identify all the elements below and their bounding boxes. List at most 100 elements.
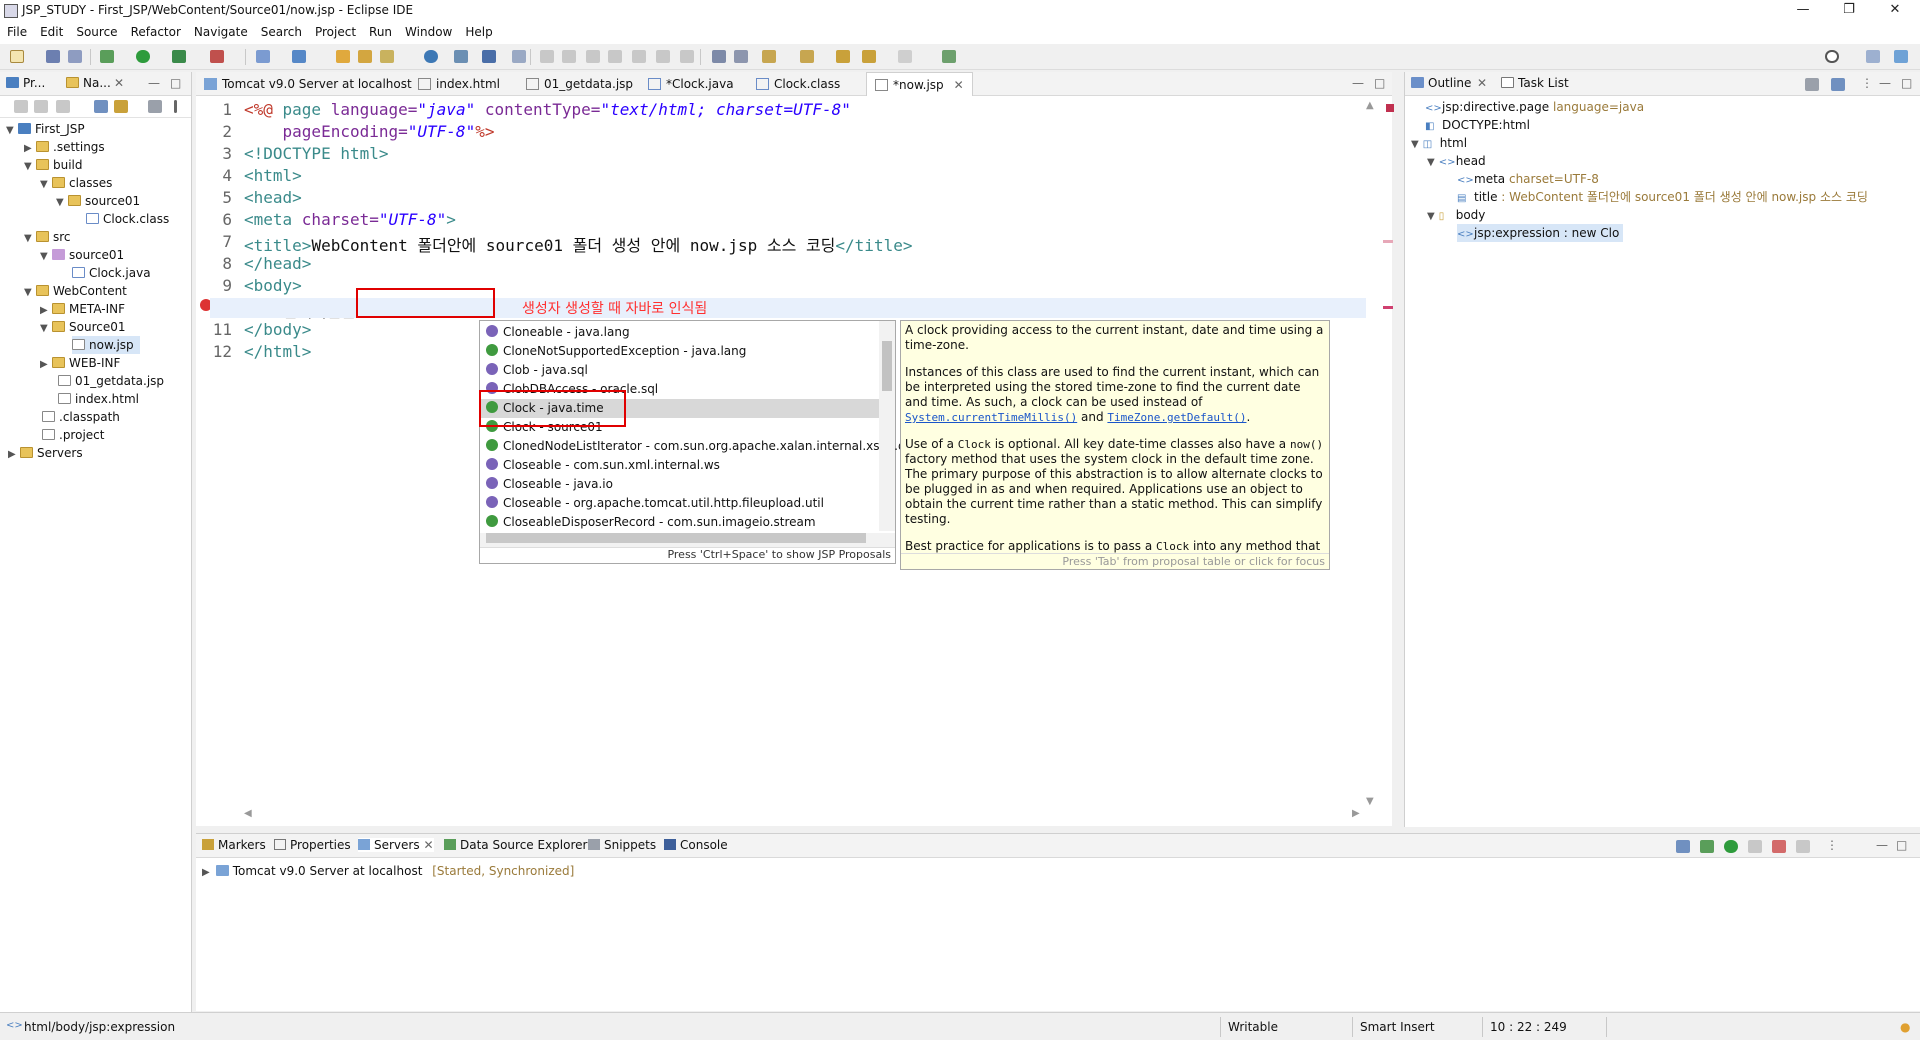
maximize-panel-icon[interactable]: □ [170, 76, 181, 90]
web-browser-icon[interactable] [424, 50, 438, 63]
tree-item-first-jsp[interactable]: ▼ First_JSP [6, 120, 85, 138]
menu-file[interactable]: File [0, 22, 33, 39]
tab-snippets[interactable]: Snippets [588, 838, 656, 852]
outline-item-title[interactable]: ▤ title : WebContent 폴더안에 source01 폴더 생성 … [1457, 188, 1868, 206]
outline-collapse-icon[interactable] [1831, 78, 1845, 91]
proposal-item[interactable]: ClonedNodeListIterator - com.sun.org.apa… [480, 437, 925, 456]
chevron-right-icon[interactable]: ▶ [202, 867, 210, 878]
server-row[interactable]: ▶ Tomcat v9.0 Server at localhost [Starte… [202, 864, 574, 878]
tree-item-servers[interactable]: ▶ Servers [8, 444, 83, 462]
collapse-all-icon[interactable] [94, 100, 108, 113]
view-menu-icon[interactable] [174, 100, 177, 113]
doc-link-timezone-getdefault[interactable]: TimeZone.getDefault() [1107, 411, 1246, 424]
minimize-bottom-icon[interactable]: — [1876, 838, 1888, 852]
proposal-scrollbar-thumb[interactable] [882, 341, 892, 391]
tab-index-html[interactable]: index.html [410, 72, 508, 96]
proposal-item[interactable]: CloseableDisposerRecord - com.sun.imagei… [480, 513, 880, 532]
doc-link-system-currenttimemillis[interactable]: System.currentTimeMillis() [905, 411, 1077, 424]
tree-item-clock-class[interactable]: Clock.class [86, 210, 169, 228]
back-icon[interactable] [862, 50, 876, 63]
run-icon[interactable] [136, 50, 150, 63]
tab-clock-java[interactable]: *Clock.java [640, 72, 742, 96]
scroll-down-icon[interactable]: ▼ [1366, 796, 1374, 807]
close-navigator-icon[interactable]: ✕ [114, 76, 124, 90]
tree-item-web-inf[interactable]: ▶ WEB-INF [40, 354, 120, 372]
scroll-up-icon[interactable]: ▲ [1366, 100, 1374, 111]
link-with-editor-icon[interactable] [114, 100, 128, 113]
chevron-down-icon[interactable]: ▼ [1427, 157, 1435, 168]
overview-ruler-marker[interactable] [1383, 240, 1393, 243]
menu-search[interactable]: Search [254, 22, 308, 39]
terminate-icon[interactable] [586, 50, 600, 63]
up-nav-icon[interactable] [56, 100, 70, 113]
tab-data-source-explorer[interactable]: Data Source Explorer [444, 838, 587, 852]
menu-source[interactable]: Source [69, 22, 123, 39]
publish-server-icon[interactable] [1796, 840, 1810, 853]
new-java-class-icon[interactable] [292, 50, 306, 63]
disconnect-icon[interactable] [608, 50, 622, 63]
debug-icon[interactable] [100, 50, 114, 63]
tab-properties[interactable]: Properties [274, 838, 351, 852]
start-server-icon[interactable] [1724, 840, 1738, 853]
search-tool-icon[interactable] [380, 50, 394, 63]
menu-run[interactable]: Run [362, 22, 398, 39]
code-line[interactable]: </head> [244, 254, 311, 273]
tree-item-clock-java[interactable]: Clock.java [72, 264, 151, 282]
chevron-down-icon[interactable]: ▼ [40, 320, 52, 338]
skip-breakpoints-icon[interactable] [512, 50, 526, 63]
debug-server-icon[interactable] [1700, 840, 1714, 853]
tree-item-now-jsp[interactable]: now.jsp [72, 336, 140, 354]
menu-help[interactable]: Help [458, 22, 498, 39]
filter-icon[interactable] [148, 100, 162, 113]
tree-item-src[interactable]: ▼ src [24, 228, 71, 246]
tab-markers[interactable]: Markers [202, 838, 266, 852]
maximize-editor-icon[interactable]: □ [1374, 76, 1385, 90]
scroll-left-icon[interactable]: ◀ [244, 808, 252, 819]
resume-icon[interactable] [540, 50, 554, 63]
chevron-right-icon[interactable]: ▶ [8, 446, 20, 464]
tree-item-getdata-jsp[interactable]: 01_getdata.jsp [58, 372, 164, 390]
step-return-icon[interactable] [680, 50, 694, 63]
tab-now-jsp[interactable]: *now.jsp ✕ [866, 72, 973, 96]
code-line[interactable]: </body> [244, 320, 311, 339]
save-icon[interactable] [46, 50, 60, 63]
proposal-item[interactable]: Closeable - org.apache.tomcat.util.http.… [480, 494, 880, 513]
maximize-bottom-icon[interactable]: □ [1896, 838, 1907, 852]
maximize-outline-icon[interactable]: □ [1901, 76, 1912, 90]
save-all-icon[interactable] [68, 50, 82, 63]
tab-outline[interactable]: Outline [1411, 76, 1471, 90]
chevron-down-icon[interactable]: ▼ [24, 230, 36, 248]
proposal-item[interactable]: Clob - java.sql [480, 361, 880, 380]
tab-console[interactable]: Console [664, 838, 728, 852]
suspend-icon[interactable] [562, 50, 576, 63]
proposal-item[interactable]: Closeable - com.sun.xml.internal.ws [480, 456, 880, 475]
code-line[interactable]: pageEncoding="UTF-8"%> [244, 122, 495, 141]
tree-item-classpath[interactable]: .classpath [42, 408, 120, 426]
minimize-outline-icon[interactable]: — [1879, 76, 1891, 90]
chevron-down-icon[interactable]: ▼ [40, 176, 52, 194]
tree-item-classes[interactable]: ▼ classes [40, 174, 112, 192]
tree-item-project[interactable]: .project [42, 426, 104, 444]
chevron-down-icon[interactable]: ▼ [6, 122, 18, 140]
proposal-item[interactable]: Cloneable - java.lang [480, 323, 880, 342]
last-edit-location-icon[interactable] [836, 50, 850, 63]
maximize-button[interactable]: ❐ [1826, 2, 1872, 20]
javadoc-popup[interactable]: A clock providing access to the current … [900, 320, 1330, 570]
error-overview-marker[interactable] [1386, 104, 1394, 112]
minimize-editor-icon[interactable]: — [1352, 76, 1364, 90]
outline-item-doctype[interactable]: ◧ DOCTYPE:html [1425, 116, 1530, 134]
proposal-hscrollbar-thumb[interactable] [486, 533, 866, 543]
collapse-servers-icon[interactable] [1676, 840, 1690, 853]
open-perspective-icon[interactable] [1866, 50, 1880, 63]
menu-window[interactable]: Window [398, 22, 458, 39]
code-line[interactable]: </html> [244, 342, 311, 361]
profile-server-icon[interactable] [1748, 840, 1762, 853]
forward-icon[interactable] [898, 50, 912, 63]
minimize-button[interactable]: — [1780, 2, 1826, 20]
tab-servers[interactable]: Servers ✕ [358, 838, 434, 852]
tab-getdata-jsp[interactable]: 01_getdata.jsp [518, 72, 641, 96]
stop-server-icon[interactable] [1772, 840, 1786, 853]
outline-view-menu-icon[interactable]: ⋮ [1861, 76, 1873, 90]
menu-refactor[interactable]: Refactor [124, 22, 187, 39]
tab-project-explorer[interactable]: Pr... [6, 76, 45, 90]
